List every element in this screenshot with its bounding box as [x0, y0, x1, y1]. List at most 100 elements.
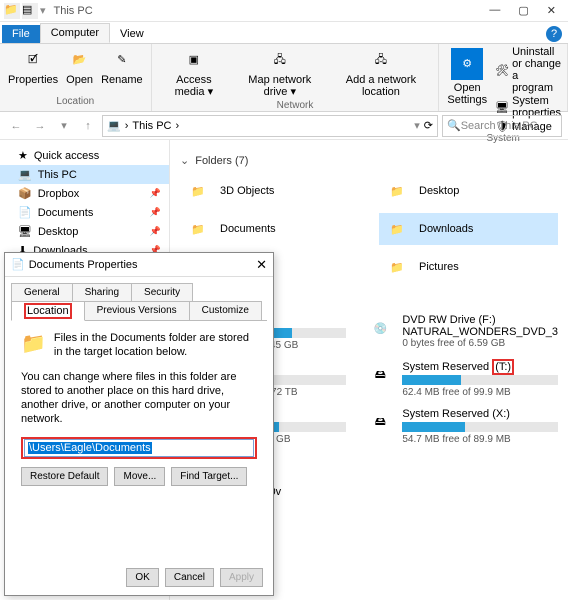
drive-icon: 🖴	[366, 361, 394, 389]
ribbon-tabs: File Computer View	[0, 22, 568, 44]
folder-icon: 📁	[21, 331, 46, 360]
crumb-thispc[interactable]: This PC	[132, 120, 171, 132]
recent-dropdown[interactable]: ▾	[54, 116, 74, 136]
location-desc-2: You can change where files in this folde…	[21, 370, 257, 427]
drive-name: System Reserved (T:)	[402, 361, 558, 373]
group-location-label: Location	[6, 96, 145, 109]
properties-button[interactable]: 🗹Properties	[6, 46, 60, 88]
drive-item[interactable]: 💿DVD RW Drive (F:)NATURAL_WONDERS_DVD_30…	[366, 314, 558, 351]
add-network-button[interactable]: 🖧Add a network location	[330, 46, 433, 100]
up-button[interactable]: ↑	[78, 116, 98, 136]
drive-item[interactable]: 🖴 System Reserved (T:) 62.4 MB free of 99.…	[366, 361, 558, 398]
sidebar-item-quick-access[interactable]: ★ Quick access	[0, 146, 169, 165]
maximize-button[interactable]: ▢	[518, 4, 528, 17]
tab-customize[interactable]: Customize	[189, 301, 262, 321]
minimize-button[interactable]: —	[489, 4, 500, 17]
forward-button[interactable]: →	[30, 116, 50, 136]
map-drive-button[interactable]: 🖧Map network drive ▾	[234, 46, 325, 100]
uninstall-link[interactable]: 🛠Uninstall or change a program	[495, 46, 561, 94]
breadcrumb[interactable]: 💻 › This PC › ▾ ⟳	[102, 115, 438, 137]
folder-icon: 📁	[184, 179, 212, 203]
dialog-close-button[interactable]: ✕	[256, 257, 267, 273]
folder-3d-objects[interactable]: 📁 3D Objects	[180, 175, 359, 207]
pin-icon: 📌	[150, 188, 161, 199]
window-title: This PC	[54, 5, 93, 17]
sidebar-item-documents[interactable]: 📄Documents📌	[0, 203, 169, 222]
sidebar-item-label: Quick access	[34, 150, 99, 162]
group-network-label: Network	[158, 100, 433, 113]
tab-location[interactable]: Location	[11, 301, 85, 321]
drive-freespace: 54.7 MB free of 89.9 MB	[402, 434, 558, 445]
close-button[interactable]: ✕	[547, 4, 556, 17]
address-bar: ← → ▾ ↑ 💻 › This PC › ▾ ⟳ 🔍 Search This …	[0, 112, 568, 140]
folder-icon: 📁	[383, 255, 411, 279]
folder-icon: 📁	[184, 217, 212, 241]
sidebar-icon: 📄	[18, 206, 32, 219]
drive-icon: 💿	[366, 314, 394, 342]
dialog-icon: 📄	[11, 258, 25, 271]
ok-button[interactable]: OK	[126, 568, 158, 587]
find-target-button[interactable]: Find Target...	[171, 467, 247, 486]
drive-name: System Reserved (X:)	[402, 408, 558, 420]
sidebar-item-dropbox[interactable]: 📦 Dropbox 📌	[0, 184, 169, 203]
folder-desktop[interactable]: 📁 Desktop	[379, 175, 558, 207]
tab-general[interactable]: General	[11, 283, 73, 302]
dialog-tabs: General Sharing Security Location Previo…	[5, 277, 273, 320]
folder-icon: 📁	[383, 217, 411, 241]
qat-dropdown[interactable]: ▾	[40, 4, 46, 17]
tab-security[interactable]: Security	[131, 283, 193, 302]
open-settings-button[interactable]: ⚙Open Settings	[445, 46, 489, 108]
uninstall-icon: 🛠	[495, 64, 509, 77]
qat-btn[interactable]: ▤	[22, 3, 38, 19]
help-icon[interactable]: ?	[546, 26, 562, 42]
tab-previous-versions[interactable]: Previous Versions	[84, 301, 190, 321]
drive-name: DVD RW Drive (F:)	[402, 314, 558, 326]
tab-computer[interactable]: Computer	[40, 23, 110, 43]
location-path-input[interactable]: \Users\Eagle\Documents	[24, 439, 254, 457]
pin-icon: 📌	[150, 207, 161, 218]
sidebar-item-label: Dropbox	[38, 188, 80, 200]
folder-label: 3D Objects	[220, 185, 274, 197]
sidebar-icon: ★	[18, 149, 28, 162]
move-button[interactable]: Move...	[114, 467, 165, 486]
folder-label: Pictures	[419, 261, 459, 273]
folder-downloads[interactable]: 📁 Downloads	[379, 213, 558, 245]
titlebar: 📁 ▤ ▾ This PC — ▢ ✕	[0, 0, 568, 22]
sidebar-icon: 💻	[18, 168, 32, 181]
drive-freespace: 62.4 MB free of 99.9 MB	[402, 387, 558, 398]
folder-label: Downloads	[419, 223, 473, 235]
location-desc-1: Files in the Documents folder are stored…	[54, 331, 257, 360]
open-button[interactable]: 📂Open	[64, 46, 95, 88]
refresh-button[interactable]: ⟳	[424, 119, 433, 132]
folder-documents[interactable]: 📁 Documents	[180, 213, 359, 245]
drive-item[interactable]: 🖴 System Reserved (X:) 54.7 MB free of 89.…	[366, 408, 558, 445]
access-media-button[interactable]: ▣Access media ▾	[158, 46, 230, 100]
sidebar-item-desktop[interactable]: 🖥 Desktop 📌	[0, 222, 169, 241]
sysprops-icon: 🖥	[495, 101, 509, 114]
search-input[interactable]: 🔍 Search This PC	[442, 115, 562, 137]
tab-view[interactable]: View	[110, 25, 154, 43]
tab-sharing[interactable]: Sharing	[72, 283, 132, 302]
explorer-icon: 📁	[4, 3, 20, 19]
folder-label: Documents	[220, 223, 276, 235]
dialog-title: Documents Properties	[29, 259, 138, 271]
sidebar-icon: 🖥	[18, 225, 32, 238]
dialog-titlebar: 📄 Documents Properties ✕	[5, 253, 273, 277]
sidebar-item-this-pc[interactable]: 💻 This PC	[0, 165, 169, 184]
sidebar-item-label: Desktop	[38, 226, 78, 238]
folder-pictures[interactable]: 📁 Pictures	[379, 251, 558, 283]
folder-icon: 📁	[383, 179, 411, 203]
tab-file[interactable]: File	[2, 25, 40, 43]
folders-header[interactable]: ⌄Folders (7)	[180, 154, 558, 167]
sidebar-item-label: This PC	[38, 169, 77, 181]
apply-button[interactable]: Apply	[220, 568, 263, 587]
search-icon: 🔍	[447, 119, 461, 132]
restore-default-button[interactable]: Restore Default	[21, 467, 108, 486]
rename-button[interactable]: ✎Rename	[99, 46, 145, 88]
sidebar-icon: 📦	[18, 187, 32, 200]
cancel-button[interactable]: Cancel	[165, 568, 214, 587]
folder-label: Desktop	[419, 185, 459, 197]
back-button[interactable]: ←	[6, 116, 26, 136]
pin-icon: 📌	[150, 226, 161, 237]
drive-icon: 🖴	[366, 408, 394, 436]
